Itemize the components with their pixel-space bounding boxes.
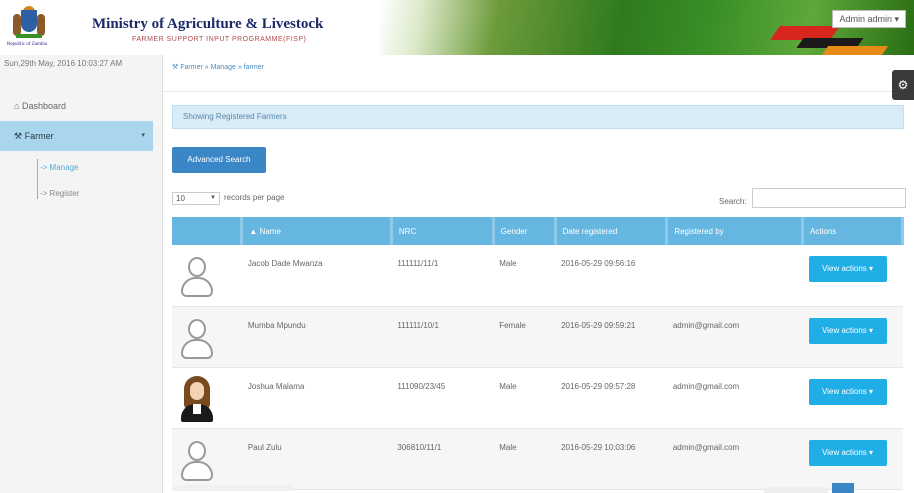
top-header: Republic of Zambia Ministry of Agricultu… — [0, 0, 914, 55]
avatar-placeholder-icon — [178, 435, 216, 483]
main-content: ⚒ Farmer » Manage » farmer Showing Regis… — [164, 55, 914, 493]
cell-nrc: 111111/10/1 — [391, 306, 494, 368]
sidebar-subitem-register[interactable]: -> Register — [38, 189, 79, 198]
breadcrumb-text[interactable]: Farmer » Manage » farmer — [180, 64, 264, 71]
sidebar: Sun,29th May, 2016 10:03:27 AM ⌂ Dashboa… — [0, 55, 163, 493]
avatar-photo — [178, 374, 216, 422]
cell-registered-by: admin@gmail.com — [666, 428, 803, 490]
sidebar-item-label: Farmer — [24, 131, 54, 141]
sidebar-item-farmer[interactable]: ⚒ Farmer ▾ — [0, 121, 153, 151]
cell-registered-by: admin@gmail.com — [666, 306, 803, 368]
col-photo[interactable] — [172, 217, 244, 245]
divider — [164, 91, 914, 92]
breadcrumb: ⚒ Farmer » Manage » farmer — [172, 63, 264, 71]
table-row: Paul Zulu 306810/11/1 Male 2016-05-29 10… — [172, 428, 903, 490]
chevron-down-icon: ▾ — [141, 132, 145, 139]
pagination-current-page[interactable] — [832, 483, 854, 493]
caret-down-icon: ▼ — [210, 195, 216, 201]
cell-date: 2016-05-29 09:59:21 — [555, 306, 667, 368]
table-info-text — [174, 485, 294, 491]
cell-name: Joshua Malama — [241, 367, 392, 429]
col-name[interactable]: ▲ Name — [241, 217, 393, 245]
sidebar-item-label: Dashboard — [21, 101, 66, 111]
table-row: Joshua Malama 111090/23/45 Male 2016-05-… — [172, 367, 903, 429]
cell-date: 2016-05-29 10:03:06 — [555, 428, 667, 490]
sort-icon: ▲ — [249, 226, 258, 236]
current-date: Sun,29th May, 2016 10:03:27 AM — [4, 59, 123, 68]
col-registered-by[interactable]: Registered by — [666, 217, 805, 245]
col-nrc[interactable]: NRC — [391, 217, 495, 245]
view-actions-button[interactable]: View actions ▾ — [808, 317, 887, 344]
cell-name: Mumba Mpundu — [241, 306, 392, 368]
cell-gender: Male — [493, 245, 556, 307]
farmers-table: ▲ Name NRC Gender Date registered Regist… — [172, 217, 904, 490]
cell-registered-by: admin@gmail.com — [666, 367, 803, 429]
view-actions-button[interactable]: View actions ▾ — [808, 378, 887, 405]
cell-gender: Male — [493, 367, 556, 429]
cell-nrc: 111111/11/1 — [391, 245, 494, 307]
dashboard-icon: ⌂ — [14, 101, 20, 111]
pagination-prev[interactable] — [764, 487, 828, 493]
col-actions[interactable]: Actions — [802, 217, 904, 245]
wrench-icon: ⚒ — [14, 131, 23, 141]
advanced-search-button[interactable]: Advanced Search — [172, 147, 266, 173]
view-actions-button[interactable]: View actions ▾ — [808, 439, 887, 466]
records-per-page-value: 10 — [176, 194, 185, 203]
search-input[interactable] — [752, 188, 906, 208]
table-header-row: ▲ Name NRC Gender Date registered Regist… — [172, 217, 904, 245]
gear-icon[interactable]: ⚙ — [892, 70, 914, 100]
cell-date: 2016-05-29 09:57:28 — [555, 367, 667, 429]
cell-date: 2016-05-29 09:56:16 — [555, 245, 667, 307]
avatar-placeholder-icon — [178, 251, 216, 299]
cell-nrc: 306810/11/1 — [391, 428, 494, 490]
wrench-icon: ⚒ — [172, 64, 179, 71]
sidebar-item-dashboard[interactable]: ⌂ Dashboard — [0, 93, 162, 119]
view-actions-button[interactable]: View actions ▾ — [808, 256, 887, 282]
cell-gender: Female — [493, 306, 556, 368]
ministry-title: Ministry of Agriculture & Livestock — [92, 16, 324, 32]
search-label: Search: — [719, 197, 747, 206]
user-menu-button[interactable]: Admin admin ▾ — [832, 10, 906, 28]
cell-name: Paul Zulu — [241, 428, 392, 490]
programme-subtitle: FARMER SUPPORT INPUT PROGRAMME(FISP) — [132, 36, 307, 43]
col-date[interactable]: Date registered — [555, 217, 669, 245]
table-row: Mumba Mpundu 111111/10/1 Female 2016-05-… — [172, 306, 903, 368]
cell-nrc: 111090/23/45 — [391, 367, 494, 429]
records-per-page-label: records per page — [224, 193, 285, 202]
coat-of-arms-logo — [12, 6, 46, 40]
sidebar-subitem-manage[interactable]: -> Manage — [38, 163, 78, 172]
cell-registered-by — [666, 245, 803, 307]
col-gender[interactable]: Gender — [493, 217, 557, 245]
cell-name: Jacob Dade Mwanza — [241, 245, 392, 307]
table-row: Jacob Dade Mwanza 111111/11/1 Male 2016-… — [172, 245, 903, 307]
records-per-page-select[interactable]: 10 ▼ — [172, 192, 220, 205]
panel-title: Showing Registered Farmers — [172, 105, 904, 129]
cell-gender: Male — [493, 428, 556, 490]
coat-caption: Republic of Zambia — [7, 42, 47, 47]
avatar-placeholder-icon — [178, 313, 216, 361]
